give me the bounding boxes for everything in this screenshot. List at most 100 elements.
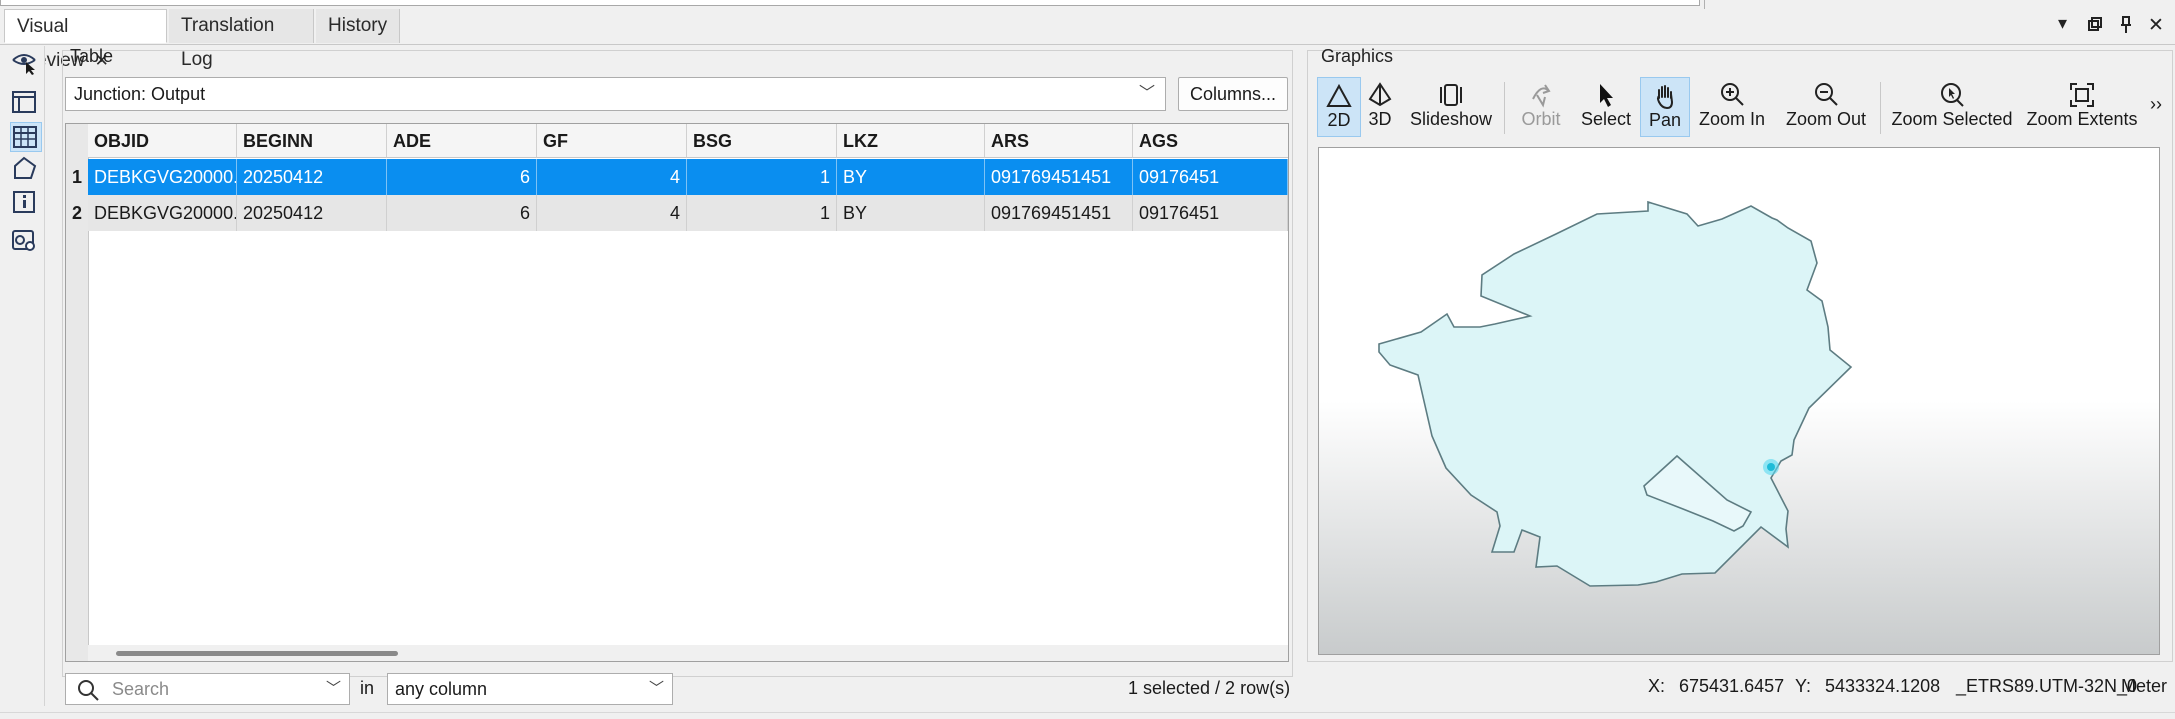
column-header[interactable]: LKZ bbox=[837, 124, 985, 158]
layout-icon[interactable] bbox=[10, 88, 42, 118]
table-cell[interactable]: 1 bbox=[687, 159, 837, 195]
table-row[interactable]: DEBKGVG20000... 20250412 6 4 1 BY 091769… bbox=[88, 159, 1288, 195]
tool-zoom-out-button[interactable]: Zoom Out bbox=[1782, 77, 1870, 137]
column-header[interactable]: BEGINN bbox=[237, 124, 387, 158]
tool-label: Orbit bbox=[1521, 109, 1561, 129]
source-select[interactable]: Junction: Output ﹀ bbox=[65, 77, 1166, 111]
settings-card-icon[interactable] bbox=[10, 226, 42, 256]
pin-icon[interactable] bbox=[2118, 15, 2134, 35]
row-number[interactable]: 1 bbox=[66, 159, 88, 195]
table-cell[interactable]: 20250412 bbox=[237, 195, 387, 231]
table-row[interactable]: DEBKGVG20000... 20250412 6 4 1 BY 091769… bbox=[88, 195, 1288, 231]
restore-icon[interactable] bbox=[2087, 16, 2103, 32]
orbit-icon bbox=[1532, 84, 1551, 108]
tab-bar: Visual Preview ✕ Translation Log History … bbox=[0, 9, 2175, 71]
tool-label: Zoom Selected bbox=[1891, 109, 2013, 129]
table-cell[interactable]: 091769451451 bbox=[985, 159, 1133, 195]
zoom-selected-icon bbox=[1941, 83, 1964, 107]
row-number[interactable]: 2 bbox=[66, 195, 88, 231]
tool-label: Pan bbox=[1648, 110, 1682, 130]
graphics-panel-title: Graphics bbox=[1321, 46, 1394, 66]
search-input[interactable]: Search ﹀ bbox=[65, 673, 350, 705]
search-placeholder: Search bbox=[112, 679, 170, 699]
tab-visual-preview[interactable]: Visual Preview ✕ bbox=[4, 9, 167, 71]
horizontal-scrollbar[interactable] bbox=[88, 645, 1288, 661]
table-icon[interactable] bbox=[10, 122, 42, 152]
scrollbar-thumb[interactable] bbox=[116, 651, 398, 656]
tool-zoom-extents-button[interactable]: Zoom Extents bbox=[2024, 77, 2140, 137]
table-cell[interactable]: DEBKGVG20000... bbox=[88, 159, 237, 195]
tool-label: Zoom Extents bbox=[2026, 109, 2138, 129]
tool-label: Slideshow bbox=[1409, 109, 1493, 129]
column-header[interactable]: BSG bbox=[687, 124, 837, 158]
toolbar-separator bbox=[1504, 82, 1505, 134]
table-cell[interactable]: 1 bbox=[687, 195, 837, 231]
cursor-arrow-icon bbox=[1600, 84, 1613, 107]
tool-zoom-in-button[interactable]: Zoom In bbox=[1696, 77, 1768, 137]
left-toolbar bbox=[4, 46, 45, 706]
table-cell[interactable]: 09176451 bbox=[1133, 195, 1288, 231]
selected-point[interactable] bbox=[1767, 463, 1775, 471]
tool-orbit-button[interactable]: Orbit bbox=[1510, 77, 1572, 137]
tool-label: 3D bbox=[1368, 109, 1392, 129]
close-panel-icon[interactable]: ✕ bbox=[2148, 14, 2164, 37]
y-coordinate: 5433324.1208 bbox=[1825, 676, 1941, 696]
pyramid-3d-icon bbox=[1368, 82, 1392, 107]
column-header[interactable]: ARS bbox=[985, 124, 1133, 158]
data-grid: OBJID BEGINN ADE GF BSG LKZ ARS AGS 1 DE… bbox=[65, 123, 1289, 662]
column-header[interactable]: ADE bbox=[387, 124, 537, 158]
x-coordinate: 675431.6457 bbox=[1679, 676, 1785, 696]
y-label: Y: bbox=[1795, 676, 1812, 696]
columns-button[interactable]: Columns... bbox=[1178, 77, 1288, 111]
column-header[interactable]: AGS bbox=[1133, 124, 1288, 158]
tool-pan-button[interactable]: Pan bbox=[1640, 77, 1690, 137]
tool-3d-button[interactable]: 3D bbox=[1363, 77, 1397, 137]
source-select-value: Junction: Output bbox=[74, 84, 206, 104]
tool-zoom-selected-button[interactable]: Zoom Selected bbox=[1888, 77, 2016, 137]
triangle-2d-icon bbox=[1326, 83, 1352, 107]
dropdown-arrow-icon[interactable]: ▾ bbox=[2058, 13, 2067, 34]
map-viewport[interactable] bbox=[1318, 147, 2160, 655]
chevron-down-icon: ﹀ bbox=[1138, 85, 1155, 102]
map-canvas[interactable] bbox=[1319, 148, 2160, 655]
zoom-in-icon bbox=[1721, 83, 1744, 106]
info-icon[interactable] bbox=[10, 188, 42, 218]
toolbar-overflow-button[interactable]: ›› bbox=[2150, 94, 2162, 115]
column-filter-select[interactable]: any column ﹀ bbox=[387, 673, 673, 705]
tool-label: 2D bbox=[1327, 110, 1351, 130]
polygon-icon[interactable] bbox=[10, 154, 42, 184]
table-cell[interactable]: 091769451451 bbox=[985, 195, 1133, 231]
table-panel-title: Table bbox=[70, 46, 114, 66]
column-filter-value: any column bbox=[395, 679, 488, 699]
search-icon bbox=[78, 680, 99, 701]
table-cell[interactable]: BY bbox=[837, 159, 985, 195]
tab-history[interactable]: History bbox=[316, 9, 400, 43]
hand-icon bbox=[1657, 85, 1674, 110]
zoom-extents-icon bbox=[2070, 83, 2094, 107]
table-cell[interactable]: 20250412 bbox=[237, 159, 387, 195]
slideshow-icon bbox=[1440, 84, 1462, 106]
tool-label: Zoom Out bbox=[1785, 109, 1867, 129]
column-header[interactable]: GF bbox=[537, 124, 687, 158]
crs-label[interactable]: _ETRS89.UTM-32N_0 bbox=[1956, 676, 2137, 697]
table-cell[interactable]: BY bbox=[837, 195, 985, 231]
tool-label: Select bbox=[1580, 109, 1632, 129]
table-cell[interactable]: DEBKGVG20000... bbox=[88, 195, 237, 231]
toolbar-separator bbox=[1880, 82, 1881, 134]
chevron-down-icon[interactable]: ﹀ bbox=[326, 674, 341, 704]
unit-label[interactable]: Meter bbox=[2121, 676, 2167, 697]
table-cell[interactable]: 4 bbox=[537, 159, 687, 195]
table-cell[interactable]: 6 bbox=[387, 159, 537, 195]
table-cell[interactable]: 4 bbox=[537, 195, 687, 231]
top-input-remnant[interactable] bbox=[0, 0, 1700, 6]
tool-select-button[interactable]: Select bbox=[1578, 77, 1634, 137]
table-cell[interactable]: 6 bbox=[387, 195, 537, 231]
tab-translation-log[interactable]: Translation Log bbox=[169, 9, 314, 70]
boundary-polygon[interactable] bbox=[1378, 200, 1853, 587]
table-cell[interactable]: 09176451 bbox=[1133, 159, 1288, 195]
tool-2d-button[interactable]: 2D bbox=[1317, 77, 1361, 137]
column-header[interactable]: OBJID bbox=[88, 124, 237, 158]
eye-select-icon[interactable] bbox=[10, 48, 42, 78]
tool-slideshow-button[interactable]: Slideshow bbox=[1405, 77, 1497, 137]
zoom-out-icon bbox=[1815, 83, 1838, 106]
